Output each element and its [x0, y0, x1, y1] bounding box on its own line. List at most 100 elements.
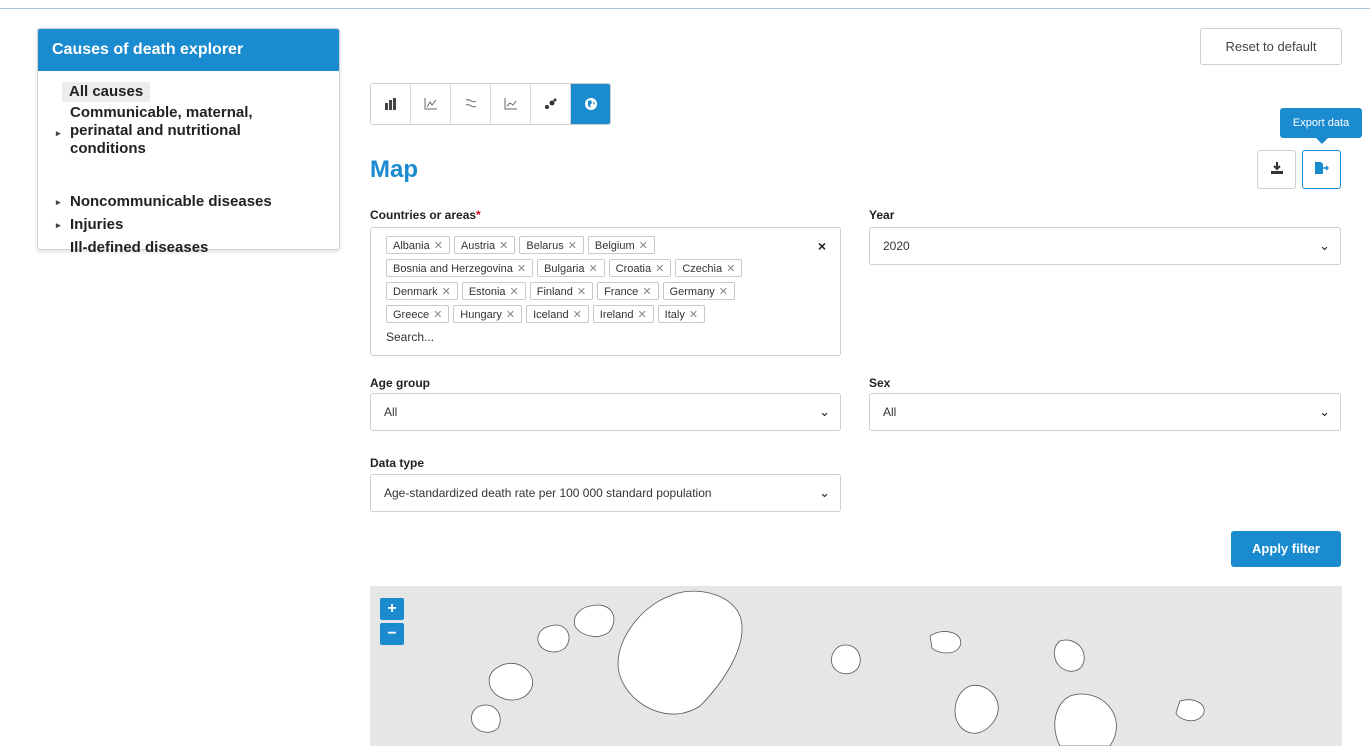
age-group-label: Age group	[370, 376, 430, 390]
country-chip[interactable]: Hungary ✕	[453, 305, 523, 323]
line-chart-icon[interactable]	[411, 84, 451, 124]
remove-chip-icon[interactable]: ✕	[655, 263, 664, 275]
area-chart-icon[interactable]	[491, 84, 531, 124]
countries-label-text: Countries or areas	[370, 208, 477, 222]
year-label: Year	[869, 208, 895, 222]
country-chip[interactable]: Germany ✕	[662, 282, 735, 300]
country-chip-label: Bosnia and Herzegovina	[393, 263, 513, 275]
data-type-select[interactable]: Age-standardized death rate per 100 000 …	[370, 474, 841, 512]
remove-chip-icon[interactable]: ✕	[588, 263, 597, 275]
country-chip[interactable]: Austria ✕	[453, 236, 516, 254]
country-chip-label: Germany	[669, 286, 715, 298]
country-chip-label: Italy	[664, 309, 685, 321]
tree-item-all-causes[interactable]: All causes	[62, 82, 151, 102]
tree-item-communicable[interactable]: ▸ Communicable, maternal, perinatal and …	[56, 104, 253, 158]
sex-value: All	[883, 405, 897, 419]
remove-chip-icon[interactable]: ✕	[689, 309, 698, 321]
country-chip[interactable]: Denmark ✕	[386, 282, 458, 300]
globe-icon[interactable]	[571, 84, 610, 124]
year-select[interactable]: 2020 ⌄	[869, 227, 1341, 265]
country-chip[interactable]: Bulgaria ✕	[537, 259, 605, 277]
zoom-in-button[interactable]: +	[380, 598, 404, 620]
country-chip[interactable]: Bosnia and Herzegovina ✕	[386, 259, 534, 277]
zoom-out-button[interactable]: −	[380, 623, 404, 645]
remove-chip-icon[interactable]: ✕	[637, 309, 646, 321]
chevron-down-icon: ⌄	[1319, 238, 1330, 253]
remove-chip-icon[interactable]: ✕	[433, 309, 442, 321]
remove-chip-icon[interactable]: ✕	[442, 286, 451, 298]
country-chip-label: Czechia	[682, 263, 723, 275]
page-title: Map	[370, 156, 418, 183]
country-chip[interactable]: Estonia ✕	[461, 282, 526, 300]
country-chip-label: Greece	[393, 309, 430, 321]
countries-multiselect[interactable]: Albania ✕ Austria ✕ Belarus ✕ Belgium ✕ Bosnia a…	[370, 227, 841, 356]
country-chip-label: Austria	[460, 240, 496, 252]
country-chip[interactable]: Albania ✕	[386, 236, 450, 254]
remove-chip-icon[interactable]: ✕	[573, 309, 582, 321]
expand-caret-icon[interactable]: ▸	[56, 216, 61, 234]
sex-select[interactable]: All ⌄	[869, 393, 1341, 431]
country-search-input[interactable]: Search...	[386, 330, 434, 344]
country-chip-label: Croatia	[615, 263, 652, 275]
required-mark: *	[476, 208, 481, 222]
tree-item-ill-defined[interactable]: Ill-defined diseases	[70, 239, 208, 257]
remove-chip-icon[interactable]: ✕	[639, 240, 648, 252]
tree-item-noncommunicable[interactable]: ▸ Noncommunicable diseases	[56, 193, 272, 211]
tree-item-label: Ill-defined diseases	[70, 239, 209, 256]
remove-chip-icon[interactable]: ✕	[434, 240, 443, 252]
sidebar-title: Causes of death explorer	[38, 29, 339, 71]
reset-to-default-button[interactable]: Reset to default	[1200, 28, 1342, 65]
clear-all-icon[interactable]: ×	[818, 238, 826, 254]
remove-chip-icon[interactable]: ✕	[577, 286, 586, 298]
country-chip-label: France	[604, 286, 639, 298]
tree-item-label: Injuries	[70, 216, 124, 233]
country-chip-label: Estonia	[468, 286, 506, 298]
remove-chip-icon[interactable]: ✕	[719, 286, 728, 298]
download-button[interactable]	[1257, 150, 1296, 189]
country-chip-label: Ireland	[599, 309, 634, 321]
chart-type-toolbar	[370, 83, 611, 125]
country-chip[interactable]: Czechia ✕	[675, 259, 743, 277]
country-chip-label: Hungary	[460, 309, 502, 321]
chevron-down-icon: ⌄	[1319, 404, 1330, 419]
remove-chip-icon[interactable]: ✕	[510, 286, 519, 298]
country-chip[interactable]: Ireland ✕	[592, 305, 654, 323]
export-data-button[interactable]	[1302, 150, 1341, 189]
remove-chip-icon[interactable]: ✕	[568, 240, 577, 252]
age-group-value: All	[384, 405, 398, 419]
expand-caret-icon[interactable]: ▸	[56, 193, 61, 211]
country-chip[interactable]: Belarus ✕	[519, 236, 584, 254]
country-chip-label: Denmark	[393, 286, 438, 298]
pattern-icon[interactable]	[451, 84, 491, 124]
country-chip-label: Bulgaria	[544, 263, 585, 275]
country-chip-label: Finland	[536, 286, 573, 298]
country-chip[interactable]: Croatia ✕	[608, 259, 672, 277]
country-chip[interactable]: Greece ✕	[386, 305, 450, 323]
scatter-icon[interactable]	[531, 84, 571, 124]
download-icon	[1270, 161, 1284, 179]
country-chip[interactable]: Italy ✕	[657, 305, 706, 323]
world-map[interactable]: + −	[370, 586, 1342, 746]
remove-chip-icon[interactable]: ✕	[506, 309, 515, 321]
country-chip[interactable]: Belgium ✕	[587, 236, 655, 254]
selected-countries: Albania ✕ Austria ✕ Belarus ✕ Belgium ✕ Bosnia a…	[386, 236, 806, 328]
country-chip[interactable]: Iceland ✕	[526, 305, 589, 323]
bar-chart-icon[interactable]	[371, 84, 411, 124]
tree-item-injuries[interactable]: ▸ Injuries	[56, 216, 124, 234]
expand-caret-icon[interactable]: ▸	[56, 124, 61, 142]
map-landmass	[471, 590, 1205, 746]
tree-item-label: perinatal and nutritional	[70, 122, 241, 139]
remove-chip-icon[interactable]: ✕	[499, 240, 508, 252]
country-chip[interactable]: France ✕	[597, 282, 659, 300]
country-chip[interactable]: Finland ✕	[529, 282, 594, 300]
chevron-down-icon: ⌄	[819, 404, 830, 419]
tree-item-label: Noncommunicable diseases	[70, 193, 272, 210]
export-file-icon	[1314, 161, 1330, 179]
age-group-select[interactable]: All ⌄	[370, 393, 841, 431]
remove-chip-icon[interactable]: ✕	[642, 286, 651, 298]
chevron-down-icon: ⌄	[819, 485, 830, 500]
apply-filter-button[interactable]: Apply filter	[1231, 531, 1341, 567]
remove-chip-icon[interactable]: ✕	[726, 263, 735, 275]
tree-item-label: Communicable, maternal,	[70, 104, 253, 121]
remove-chip-icon[interactable]: ✕	[517, 263, 526, 275]
